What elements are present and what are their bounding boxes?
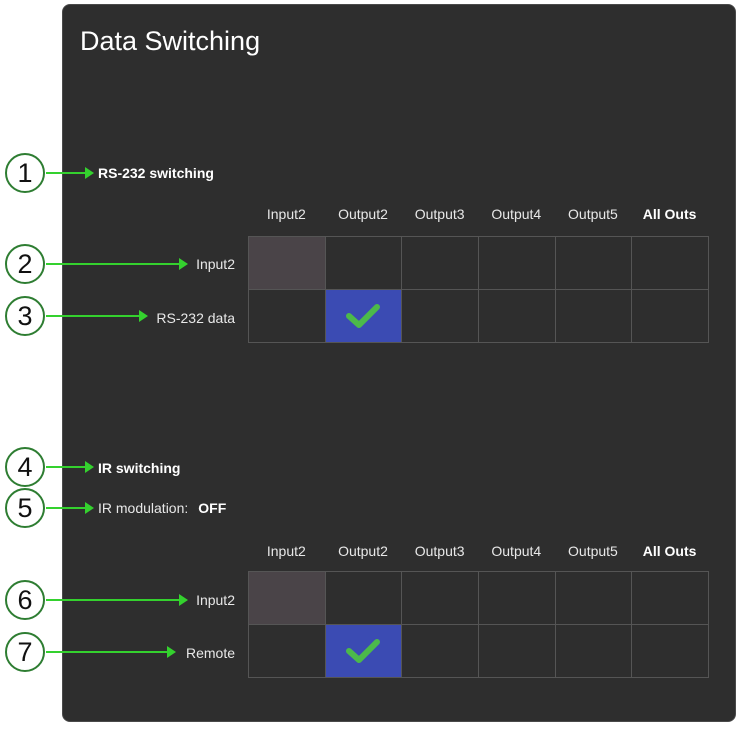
- ir-cell-input2-output3[interactable]: [402, 572, 479, 625]
- rs232-cell-data-all-outs[interactable]: [632, 290, 709, 343]
- ir-cell-remote-output3[interactable]: [402, 625, 479, 678]
- callout-4: 4: [5, 447, 45, 487]
- rs232-cell-input2-output4[interactable]: [478, 237, 556, 290]
- callout-arrow-5: [46, 502, 94, 514]
- rs232-cell-data-output5[interactable]: [555, 290, 633, 343]
- ir-col-output4: Output4: [491, 543, 542, 559]
- rs232-cell-data-output4[interactable]: [478, 290, 556, 343]
- rs232-cell-input2-all-outs[interactable]: [632, 237, 709, 290]
- rs232-cell-data-input2[interactable]: [249, 290, 326, 343]
- rs232-cell-data-output2[interactable]: [325, 290, 403, 343]
- callout-2: 2: [5, 244, 45, 284]
- callout-7: 7: [5, 632, 45, 672]
- rs232-col-output4: Output4: [491, 206, 542, 222]
- ir-cell-remote-output2[interactable]: [325, 625, 403, 678]
- ir-section-title: IR switching: [98, 460, 181, 476]
- ir-col-input2: Input2: [266, 543, 306, 559]
- rs232-cell-input2-output3[interactable]: [402, 237, 479, 290]
- rs232-col-output5: Output5: [568, 206, 618, 222]
- ir-cell-input2-output5[interactable]: [555, 572, 633, 625]
- checkmark-icon: [346, 639, 381, 663]
- ir-cell-remote-output5[interactable]: [555, 625, 633, 678]
- callout-arrow-7: [46, 646, 176, 658]
- callout-6: 6: [5, 580, 45, 620]
- rs232-cell-input2-input2: [249, 237, 326, 290]
- page-title: Data Switching: [80, 26, 261, 56]
- callout-arrow-4: [46, 461, 94, 473]
- ir-cell-remote-all-outs[interactable]: [632, 625, 709, 678]
- rs232-col-all-outs: All Outs: [642, 206, 697, 222]
- callout-arrow-6: [46, 594, 188, 606]
- callout-3: 3: [5, 296, 45, 336]
- callout-arrow-2: [46, 258, 188, 270]
- callout-5: 5: [5, 488, 45, 528]
- ir-cell-input2-input2: [249, 572, 326, 625]
- callout-arrow-3: [46, 310, 148, 322]
- ir-modulation-label: IR modulation:: [98, 500, 189, 516]
- callout-1: 1: [5, 153, 45, 193]
- ir-routing-grid: [248, 571, 709, 678]
- ir-cell-remote-output4[interactable]: [478, 625, 556, 678]
- ir-col-output5: Output5: [568, 543, 618, 559]
- ir-col-output3: Output3: [414, 543, 465, 559]
- ir-modulation-value[interactable]: OFF: [198, 500, 226, 516]
- ir-cell-remote-input2[interactable]: [249, 625, 326, 678]
- ir-cell-input2-output2[interactable]: [325, 572, 403, 625]
- ir-cell-input2-output4[interactable]: [478, 572, 556, 625]
- rs232-section-title: RS-232 switching: [98, 165, 214, 181]
- rs232-cell-input2-output5[interactable]: [555, 237, 633, 290]
- rs232-cell-input2-output2[interactable]: [325, 237, 403, 290]
- rs232-col-output2: Output2: [338, 206, 388, 222]
- callout-arrow-1: [46, 167, 94, 179]
- ir-col-output2: Output2: [338, 543, 388, 559]
- checkmark-icon: [346, 304, 381, 328]
- ir-col-all-outs: All Outs: [642, 543, 697, 559]
- rs232-routing-grid: [248, 236, 709, 343]
- rs232-col-output3: Output3: [414, 206, 465, 222]
- rs232-cell-data-output3[interactable]: [402, 290, 479, 343]
- ir-cell-input2-all-outs[interactable]: [632, 572, 709, 625]
- ir-column-headers: Input2 Output2 Output3 Output4 Output5 A…: [248, 543, 708, 559]
- rs232-col-input2: Input2: [266, 206, 306, 222]
- rs232-column-headers: Input2 Output2 Output3 Output4 Output5 A…: [248, 206, 708, 222]
- ir-modulation: IR modulation: OFF: [98, 500, 226, 516]
